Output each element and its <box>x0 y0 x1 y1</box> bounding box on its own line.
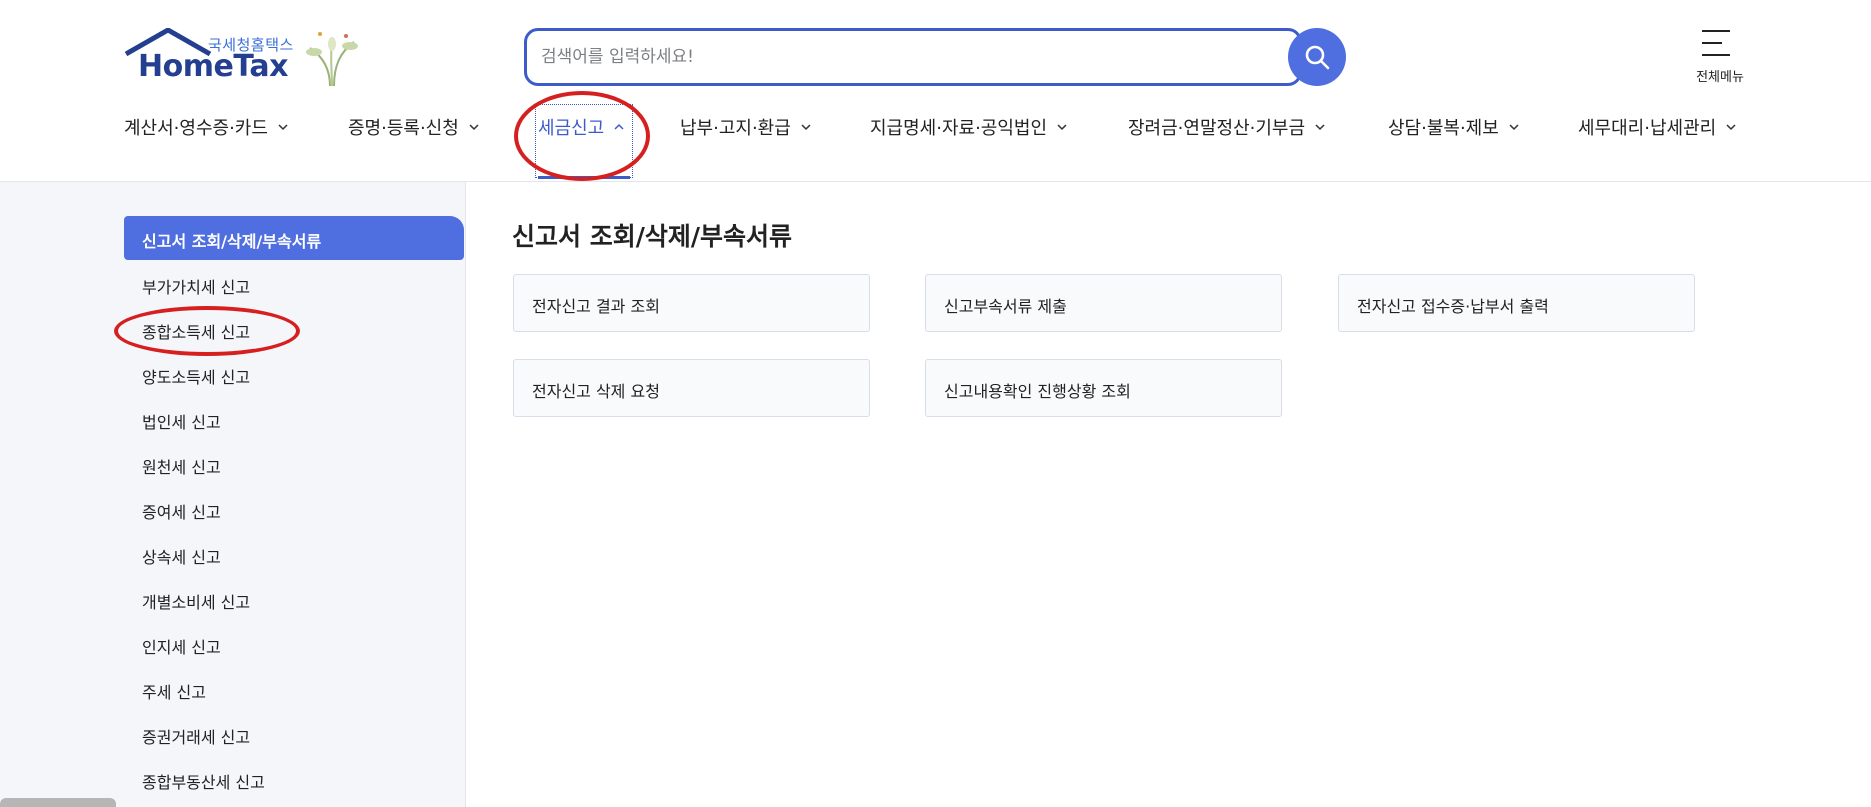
page-title: 신고서 조회/삭제/부속서류 <box>512 222 792 251</box>
gnb-item-label: 계산서·영수증·카드 <box>124 118 268 139</box>
chevron-down-icon <box>1726 124 1736 131</box>
highlight-oval-income-tax <box>114 306 300 356</box>
gnb-item-payment-statements[interactable]: 지급명세·자료·공익법인 <box>870 114 1067 140</box>
card-delete-request[interactable]: 전자신고 삭제 요청 <box>513 359 870 417</box>
logo-title: HomeTax <box>138 49 289 84</box>
sidebar-item-gift-tax[interactable]: 증여세 신고 <box>142 499 221 523</box>
bottom-floating-tab[interactable] <box>0 798 116 807</box>
plant-decoration-icon <box>306 32 358 87</box>
card-attachment-submit[interactable]: 신고부속서류 제출 <box>925 274 1282 332</box>
sidebar-item-withholding[interactable]: 원천세 신고 <box>142 454 221 478</box>
card-e-filing-result[interactable]: 전자신고 결과 조회 <box>513 274 870 332</box>
gnb-item-incentives[interactable]: 장려금·연말정산·기부금 <box>1128 114 1325 140</box>
gnb-item-label: 세무대리·납세관리 <box>1578 118 1717 139</box>
sidebar-item-excise[interactable]: 개별소비세 신고 <box>142 589 250 613</box>
chevron-down-icon <box>801 124 811 131</box>
sidebar-item-securities[interactable]: 증권거래세 신고 <box>142 724 250 748</box>
gnb-item-label: 납부·고지·환급 <box>680 118 791 139</box>
chevron-down-icon <box>1057 124 1067 131</box>
site-header: 국세청홈택스 HomeTax 전체메뉴 계산서·영수증·카드 <box>0 0 1871 182</box>
gnb-item-invoices[interactable]: 계산서·영수증·카드 <box>124 114 288 140</box>
gnb-item-label: 증명·등록·신청 <box>348 118 459 139</box>
gnb-item-label: 상담·불복·제보 <box>1388 118 1499 139</box>
search-box <box>524 28 1302 86</box>
chevron-down-icon <box>1509 124 1519 131</box>
sidebar-item-inheritance[interactable]: 상속세 신고 <box>142 544 221 568</box>
chevron-down-icon <box>469 124 479 131</box>
gnb-item-label: 장려금·연말정산·기부금 <box>1128 118 1306 139</box>
search-input[interactable] <box>541 39 1201 75</box>
sidebar-item-capital-gains[interactable]: 양도소득세 신고 <box>142 364 250 388</box>
hamburger-icon <box>1702 30 1730 56</box>
all-menu-label: 전체메뉴 <box>1696 70 1744 85</box>
sidebar-item-vat[interactable]: 부가가치세 신고 <box>142 274 250 298</box>
all-menu-button[interactable]: 전체메뉴 <box>1684 28 1744 88</box>
search-icon <box>1305 45 1330 70</box>
sidebar-item-liquor-tax[interactable]: 주세 신고 <box>142 679 206 703</box>
gnb-item-tax-agent[interactable]: 세무대리·납세관리 <box>1578 114 1736 140</box>
gnb-item-payment[interactable]: 납부·고지·환급 <box>680 114 811 140</box>
sidebar-item-stamp-tax[interactable]: 인지세 신고 <box>142 634 221 658</box>
chevron-down-icon <box>1315 124 1325 131</box>
sidebar-item-report-lookup[interactable]: 신고서 조회/삭제/부속서류 <box>124 216 464 260</box>
highlight-oval-tax-filing <box>514 91 650 181</box>
sidebar-item-corporate-tax[interactable]: 법인세 신고 <box>142 409 221 433</box>
gnb-item-label: 지급명세·자료·공익법인 <box>870 118 1048 139</box>
chevron-down-icon <box>278 124 288 131</box>
card-receipt-print[interactable]: 전자신고 접수증·납부서 출력 <box>1338 274 1695 332</box>
gnb-item-consultation[interactable]: 상담·불복·제보 <box>1388 114 1519 140</box>
sidebar-item-property-tax[interactable]: 종합부동산세 신고 <box>142 769 265 793</box>
card-progress-status[interactable]: 신고내용확인 진행상황 조회 <box>925 359 1282 417</box>
gnb-item-certificates[interactable]: 증명·등록·신청 <box>348 114 479 140</box>
search-button[interactable] <box>1288 28 1346 86</box>
